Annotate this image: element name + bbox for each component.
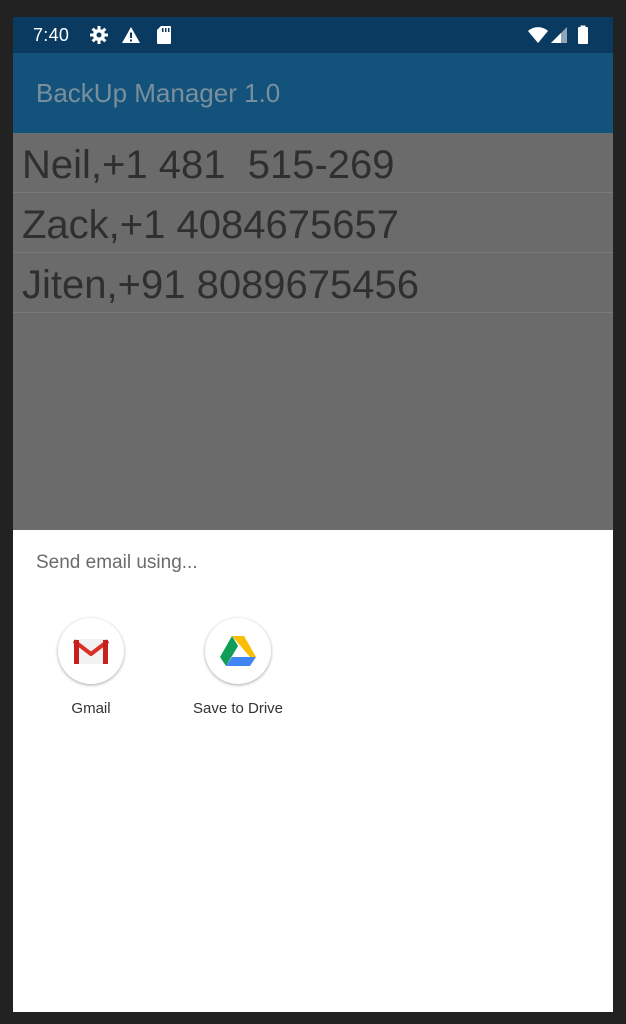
- device-frame: 7:40 BackUp Manager 1.0 Neil,+1 481 515-…: [0, 0, 626, 1024]
- share-target-label: Save to Drive: [192, 700, 284, 717]
- contact-entry-text: Neil,+1 481 515-269: [22, 143, 395, 187]
- contact-list: Neil,+1 481 515-269 Zack,+1 4084675657 J…: [13, 133, 613, 530]
- share-target-label: Gmail: [71, 700, 111, 717]
- share-target-save-to-drive[interactable]: Save to Drive: [168, 618, 308, 728]
- list-item[interactable]: Neil,+1 481 515-269: [13, 133, 613, 193]
- contact-entry-text: Zack,+1 4084675657: [22, 203, 399, 247]
- share-sheet-title: Send email using...: [36, 552, 198, 573]
- phone-screen: 7:40 BackUp Manager 1.0 Neil,+1 481 515-…: [13, 17, 613, 1012]
- app-bar: BackUp Manager 1.0: [13, 53, 613, 133]
- warning-icon: [122, 27, 140, 43]
- cell-signal-icon: [551, 27, 567, 43]
- status-time: 7:40: [33, 25, 70, 45]
- list-item[interactable]: Jiten,+91 8089675456: [13, 253, 613, 313]
- wifi-icon: [528, 27, 548, 43]
- status-bar: 7:40: [13, 17, 613, 53]
- share-bottom-sheet: Send email using... Gmail Save to Drive: [13, 530, 613, 1012]
- app-title: BackUp Manager 1.0: [36, 78, 281, 108]
- battery-icon: [578, 25, 588, 44]
- contact-entry-text: Jiten,+91 8089675456: [22, 263, 420, 307]
- share-target-gmail[interactable]: Gmail: [21, 618, 161, 728]
- gmail-icon: [58, 618, 124, 684]
- list-item[interactable]: Zack,+1 4084675657: [13, 193, 613, 253]
- settings-gear-icon: [90, 26, 108, 44]
- sd-card-icon: [157, 26, 171, 44]
- google-drive-icon: [205, 618, 271, 684]
